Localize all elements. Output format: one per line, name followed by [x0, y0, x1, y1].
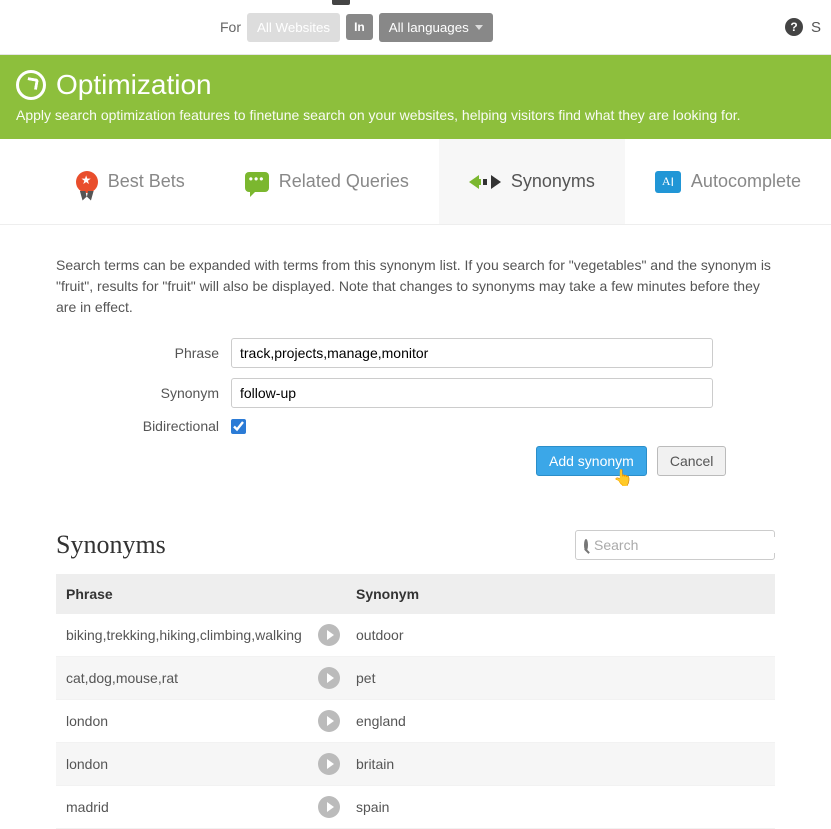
- tab-autocomplete[interactable]: AI Autocomplete: [625, 139, 831, 224]
- row-arrow: [318, 796, 356, 818]
- table-row[interactable]: london britain: [56, 743, 775, 786]
- page-title: Optimization: [56, 69, 212, 101]
- add-synonym-button[interactable]: Add synonym: [536, 446, 647, 476]
- search-icon: [584, 539, 588, 551]
- related-queries-icon: [245, 172, 269, 192]
- row-synonym: britain: [356, 756, 765, 772]
- row-phrase: london: [66, 756, 318, 772]
- cancel-button[interactable]: Cancel: [657, 446, 727, 476]
- phrase-label: Phrase: [56, 345, 231, 361]
- arrow-right-icon: [318, 710, 340, 732]
- best-bets-icon: [76, 171, 98, 193]
- all-languages-dropdown[interactable]: All languages: [379, 13, 493, 42]
- intro-text: Search terms can be expanded with terms …: [56, 255, 775, 318]
- row-synonym: spain: [356, 799, 765, 815]
- table-row[interactable]: madrid spain: [56, 786, 775, 829]
- bidirectional-label: Bidirectional: [56, 418, 231, 434]
- top-tab-marker: [332, 0, 350, 5]
- tab-related-queries[interactable]: Related Queries: [215, 139, 439, 224]
- col-synonym: Synonym: [356, 586, 765, 602]
- help-icon[interactable]: ?: [785, 18, 803, 36]
- row-phrase: madrid: [66, 799, 318, 815]
- page-header: Optimization Apply search optimization f…: [0, 55, 831, 139]
- table-row[interactable]: cat,dog,mouse,rat pet: [56, 657, 775, 700]
- synonyms-table: Phrase Synonym biking,trekking,hiking,cl…: [56, 574, 775, 829]
- search-box[interactable]: [575, 530, 775, 560]
- synonym-label: Synonym: [56, 385, 231, 401]
- synonym-input[interactable]: [231, 378, 713, 408]
- main-content: Search terms can be expanded with terms …: [0, 225, 831, 829]
- table-row[interactable]: london england: [56, 700, 775, 743]
- arrow-right-icon: [318, 624, 340, 646]
- search-input[interactable]: [594, 537, 775, 553]
- tab-best-bets-label: Best Bets: [108, 171, 185, 192]
- optimization-icon: [16, 70, 46, 100]
- tab-best-bets[interactable]: Best Bets: [46, 139, 215, 224]
- row-synonym: outdoor: [356, 627, 765, 643]
- all-languages-label: All languages: [389, 20, 469, 35]
- row-synonym: england: [356, 713, 765, 729]
- phrase-input[interactable]: [231, 338, 713, 368]
- row-synonym: pet: [356, 670, 765, 686]
- row-arrow: [318, 710, 356, 732]
- synonyms-heading: Synonyms: [56, 530, 166, 560]
- page-subtitle: Apply search optimization features to fi…: [16, 107, 815, 123]
- row-arrow: [318, 624, 356, 646]
- col-phrase: Phrase: [66, 586, 356, 602]
- row-phrase: biking,trekking,hiking,climbing,walking: [66, 627, 318, 643]
- help-letter: S: [811, 19, 821, 36]
- tab-synonyms-label: Synonyms: [511, 171, 595, 192]
- row-arrow: [318, 753, 356, 775]
- top-toolbar: For All Websites In All languages ? S: [0, 0, 831, 55]
- table-row[interactable]: biking,trekking,hiking,climbing,walking o…: [56, 614, 775, 657]
- chevron-down-icon: [475, 25, 483, 30]
- row-arrow: [318, 667, 356, 689]
- tab-autocomplete-label: Autocomplete: [691, 171, 801, 192]
- arrow-right-icon: [318, 753, 340, 775]
- tab-related-label: Related Queries: [279, 171, 409, 192]
- autocomplete-icon: AI: [655, 171, 681, 193]
- tab-synonyms[interactable]: Synonyms: [439, 139, 625, 224]
- row-phrase: london: [66, 713, 318, 729]
- arrow-right-icon: [318, 796, 340, 818]
- all-websites-button[interactable]: All Websites: [247, 13, 340, 42]
- bidirectional-checkbox[interactable]: [231, 419, 246, 434]
- row-phrase: cat,dog,mouse,rat: [66, 670, 318, 686]
- arrow-right-icon: [318, 667, 340, 689]
- for-label: For: [220, 19, 241, 35]
- tab-bar: Best Bets Related Queries Synonyms AI Au…: [0, 139, 831, 225]
- synonyms-icon: [469, 175, 501, 189]
- table-header: Phrase Synonym: [56, 574, 775, 614]
- language-abbrev-button[interactable]: In: [346, 14, 373, 40]
